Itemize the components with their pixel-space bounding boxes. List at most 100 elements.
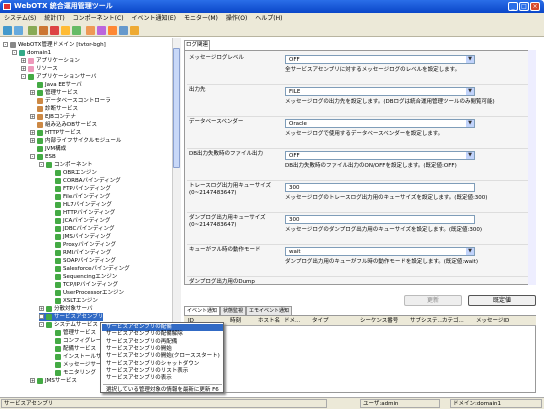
log-icon[interactable] <box>72 26 81 35</box>
property-dropdown[interactable]: OFF ▼ <box>285 55 475 64</box>
tree-item[interactable]: XSLTエンジン <box>48 297 98 305</box>
tree-item[interactable]: + JMSサービス <box>30 377 77 385</box>
stop-icon[interactable] <box>50 26 59 35</box>
menu-item[interactable]: 操作(O) <box>222 13 251 24</box>
column-header[interactable]: ホスト名 <box>258 317 280 325</box>
collapse-icon[interactable]: - <box>39 314 44 319</box>
chevron-down-icon[interactable]: ▼ <box>466 56 474 63</box>
tree-item[interactable]: + EJBコンテナ <box>30 113 76 121</box>
tree-item[interactable]: 配備サービス <box>48 345 96 353</box>
column-header[interactable]: カテゴ... <box>442 317 464 325</box>
collapse-icon[interactable]: - <box>39 322 44 327</box>
tree-item[interactable]: HL7バインディング <box>48 201 112 209</box>
property-dropdown[interactable]: OFF ▼ <box>285 151 475 160</box>
column-header[interactable]: 時刻 <box>230 317 241 325</box>
tree-item[interactable]: - アプリケーションサーバ <box>21 73 96 81</box>
start-icon[interactable] <box>39 26 48 35</box>
update-button[interactable]: 更新 <box>404 295 462 306</box>
default-button[interactable]: 既定値 <box>468 295 536 306</box>
tree-item[interactable]: OBRエンジン <box>48 169 97 177</box>
close-icon[interactable]: × <box>530 2 540 11</box>
property-dropdown[interactable]: Oracle ▼ <box>285 119 475 128</box>
bottom-tab[interactable]: エモイベント通知 <box>246 306 293 315</box>
context-menu-item[interactable]: サービスアセンブリのシャットダウン <box>102 361 223 368</box>
maximize-icon[interactable]: □ <box>519 2 529 11</box>
expand-icon[interactable]: + <box>30 130 35 135</box>
expand-icon[interactable]: + <box>21 66 26 71</box>
property-dropdown[interactable]: wait ▼ <box>285 247 475 256</box>
tree-item[interactable]: JVM構成 <box>30 145 66 153</box>
collapse-icon[interactable]: - <box>39 162 44 167</box>
tree-item[interactable]: + HTTPサービス <box>30 129 81 137</box>
column-header[interactable]: タイプ <box>312 317 329 325</box>
minimize-icon[interactable]: _ <box>508 2 518 11</box>
tree-scrollbar-thumb[interactable] <box>173 48 180 168</box>
collapse-icon[interactable]: - <box>12 50 17 55</box>
menu-item[interactable]: ヘルプ(H) <box>251 13 286 24</box>
property-input[interactable]: 300 <box>285 215 475 224</box>
settings-icon[interactable] <box>119 26 128 35</box>
refresh-icon[interactable] <box>28 26 37 35</box>
tree-item[interactable]: - システムサービス <box>39 321 98 329</box>
collapse-icon[interactable]: - <box>30 154 35 159</box>
tree-item[interactable]: JDBCバインディング <box>48 225 115 233</box>
tree-item[interactable]: Proxyバインディング <box>48 241 116 249</box>
connect-icon[interactable] <box>3 26 12 35</box>
deploy-icon[interactable] <box>61 26 70 35</box>
help-icon[interactable] <box>130 26 139 35</box>
chevron-down-icon[interactable]: ▼ <box>466 248 474 255</box>
tree-item[interactable]: - domain1 <box>12 49 51 57</box>
tree-item[interactable]: - サービスアセンブリ <box>39 313 104 321</box>
tree-item[interactable]: TCP/IPバインディング <box>48 281 118 289</box>
tree-item[interactable]: + リソース <box>21 65 58 73</box>
menu-item[interactable]: イベント通知(E) <box>128 13 180 24</box>
bottom-tab[interactable]: イベント通知 <box>184 306 221 315</box>
context-menu-item[interactable]: サービスアセンブリの配備解除 <box>102 331 223 338</box>
tree-item[interactable]: + 分散対象サーバ <box>39 305 92 313</box>
tree-item[interactable]: データベースコントローラ <box>30 97 111 105</box>
property-scrollbar[interactable] <box>528 50 536 285</box>
menu-item[interactable]: システム(S) <box>0 13 40 24</box>
tree-item[interactable]: + アプリケーション <box>21 57 80 65</box>
tree-item[interactable]: モニタリング <box>48 369 96 377</box>
tree-item[interactable]: UserProcessorエンジン <box>48 289 124 297</box>
collapse-icon[interactable]: - <box>21 74 26 79</box>
bottom-tab[interactable]: 状態監視 <box>220 306 247 315</box>
disconnect-icon[interactable] <box>14 26 23 35</box>
expand-icon[interactable]: + <box>30 138 35 143</box>
expand-icon[interactable]: + <box>21 58 26 63</box>
tree-item[interactable]: + 管理サービス <box>30 89 78 97</box>
tree-item[interactable]: CORBAバインディング <box>48 177 121 185</box>
tree-item[interactable]: HTTPバインディング <box>48 209 115 217</box>
context-menu-item[interactable]: サービスアセンブリの再配備 <box>102 339 223 346</box>
column-header[interactable]: シーケンス番号 <box>360 317 398 325</box>
context-menu-item[interactable]: サービスアセンブリの開始(クローススタート) <box>102 353 223 360</box>
context-menu-item[interactable]: サービスアセンブリのリスト表示 <box>102 368 223 375</box>
tree-item[interactable]: SOAPバインディング <box>48 257 116 265</box>
tree-item[interactable]: Salesforceバインディング <box>48 265 130 273</box>
tree-item[interactable]: + 内部ライフサイクルモジュール <box>30 137 121 145</box>
chevron-down-icon[interactable]: ▼ <box>466 120 474 127</box>
tree-item[interactable]: RMIバインディング <box>48 249 111 257</box>
column-header[interactable]: メッセージID <box>476 317 509 325</box>
menu-item[interactable]: コンポーネント(C) <box>69 13 128 24</box>
stats-icon[interactable] <box>108 26 117 35</box>
tree-item[interactable]: Java EEサーバ <box>30 81 82 89</box>
context-menu-item[interactable]: サービスアセンブリの表示 <box>102 375 223 382</box>
tree-item[interactable]: 組み込みDBサービス <box>30 121 97 129</box>
tree-item[interactable]: - ESB <box>30 153 56 161</box>
chevron-down-icon[interactable]: ▼ <box>466 152 474 159</box>
collapse-icon[interactable]: - <box>3 42 8 47</box>
column-header[interactable]: ドメ... <box>284 317 300 325</box>
tab-log-settings[interactable]: ログ関連 <box>184 40 210 50</box>
tree-item[interactable]: JCAバインディング <box>48 217 110 225</box>
tree-item[interactable]: 管理サービス <box>48 329 96 337</box>
menu-item[interactable]: モニター(M) <box>180 13 222 24</box>
context-menu-item[interactable]: 選択している管理対象の情報を最新に更新 F6 <box>102 387 223 394</box>
monitor-icon[interactable] <box>86 26 95 35</box>
tree-item[interactable]: Fileバインディング <box>48 193 110 201</box>
tree-item[interactable]: Sequencingエンジン <box>48 273 117 281</box>
expand-icon[interactable]: + <box>30 90 35 95</box>
tree-item[interactable]: JMSバインディング <box>48 233 111 241</box>
expand-icon[interactable]: + <box>30 378 35 383</box>
